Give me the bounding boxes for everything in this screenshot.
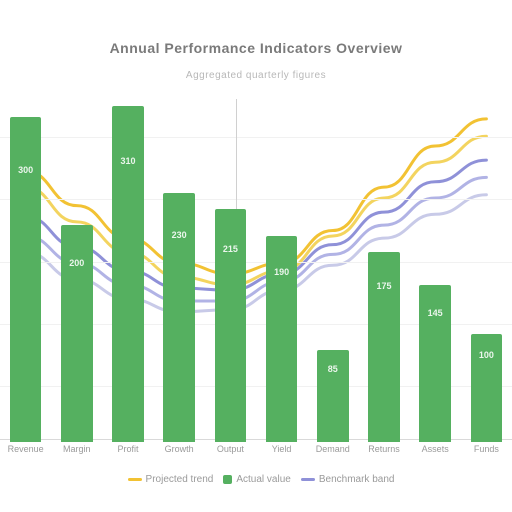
bar-value-label: 175 xyxy=(368,281,400,291)
bar-value-label: 85 xyxy=(317,364,349,374)
x-axis-labels: Revenue Margin Profit Growth Output Yield Dema… xyxy=(0,444,512,468)
bar-value-label: 200 xyxy=(61,258,93,268)
x-tick-label: Returns xyxy=(368,444,400,454)
legend-label: Actual value xyxy=(236,474,290,485)
bar-value-label: 100 xyxy=(471,350,503,360)
x-tick-label: Margin xyxy=(63,444,91,454)
bar: 310 xyxy=(112,106,144,442)
x-tick-label: Growth xyxy=(165,444,194,454)
legend: Projected trend Actual value Benchmark ban… xyxy=(0,474,512,485)
legend-label: Projected trend xyxy=(146,474,214,485)
x-tick-label: Assets xyxy=(422,444,449,454)
x-tick-label: Yield xyxy=(272,444,292,454)
bar-value-label: 310 xyxy=(112,156,144,166)
bar-value-label: 145 xyxy=(419,308,451,318)
bar-value-label: 300 xyxy=(10,165,42,175)
bar: 215 xyxy=(215,209,247,442)
x-tick-label: Revenue xyxy=(8,444,44,454)
chart-container: Annual Performance Indicators Overview A… xyxy=(0,0,512,512)
bar: 300 xyxy=(10,117,42,442)
legend-label: Benchmark band xyxy=(319,474,395,485)
bar-value-label: 190 xyxy=(266,267,298,277)
chart-subtitle: Aggregated quarterly figures xyxy=(0,70,512,81)
bar-value-label: 230 xyxy=(163,230,195,240)
bar: 200 xyxy=(61,225,93,442)
x-tick-label: Profit xyxy=(117,444,138,454)
chart-title: Annual Performance Indicators Overview xyxy=(0,40,512,56)
legend-swatch xyxy=(301,478,315,481)
bar-value-label: 215 xyxy=(215,244,247,254)
legend-swatch xyxy=(128,478,142,481)
bar: 85 xyxy=(317,350,349,442)
bar: 145 xyxy=(419,285,451,442)
legend-swatch xyxy=(223,475,232,484)
x-tick-label: Funds xyxy=(474,444,499,454)
bar: 190 xyxy=(266,236,298,442)
bar-series: 300 200 310 230 215 190 85 175 145 100 xyxy=(0,95,512,442)
bar: 230 xyxy=(163,193,195,442)
bar: 175 xyxy=(368,252,400,442)
bar: 100 xyxy=(471,334,503,442)
plot-area: 300 200 310 230 215 190 85 175 145 100 xyxy=(0,95,512,442)
x-tick-label: Demand xyxy=(316,444,350,454)
x-tick-label: Output xyxy=(217,444,244,454)
